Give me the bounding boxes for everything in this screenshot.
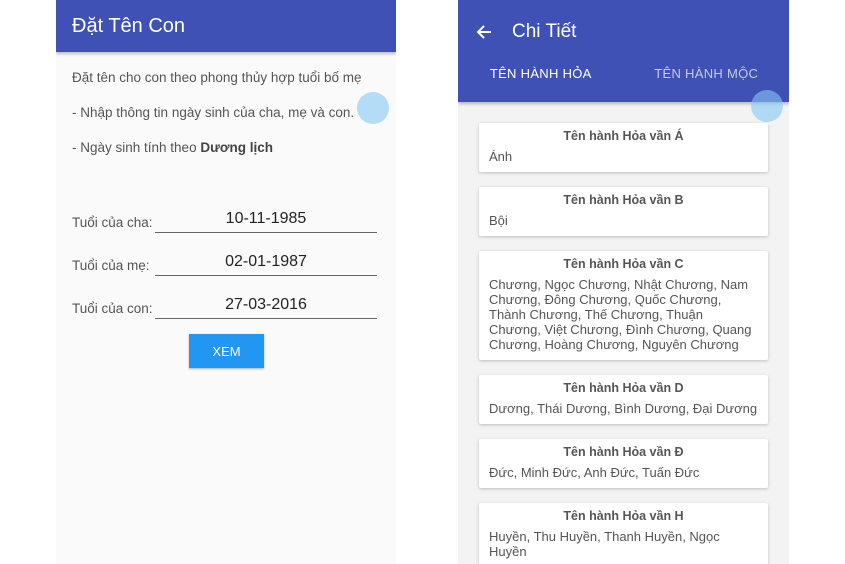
card-title: Tên hành Hỏa vần Á — [563, 129, 684, 143]
card-names: Huyền, Thu Huyền, Thanh Huyền, Ngọc Huyề… — [489, 529, 720, 559]
birthdate-form: Tuổi của cha: Tuổi của mẹ: Tuổi của con: — [56, 190, 396, 319]
card-title: Tên hành Hỏa vần H — [563, 509, 684, 523]
tab-fire-names[interactable]: TÊN HÀNH HỎA — [458, 64, 624, 102]
card-names: Ánh — [489, 149, 513, 164]
mother-age-label: Tuổi của mẹ: — [72, 258, 150, 273]
name-card[interactable]: Tên hành Hỏa vần Á Ánh — [479, 123, 768, 172]
touch-indicator — [751, 90, 783, 122]
father-age-label: Tuổi của cha: — [72, 215, 153, 230]
intro-text: Đặt tên cho con theo phong thủy hợp tuổi… — [56, 52, 396, 156]
calendar-type: Dương lịch — [200, 140, 273, 155]
name-card[interactable]: Tên hành Hỏa vần D Dương, Thái Dương, Bì… — [479, 375, 768, 424]
input-screen: Đặt Tên Con Đặt tên cho con theo phong t… — [56, 0, 396, 564]
app-title: Đặt Tên Con — [72, 14, 186, 37]
father-row: Tuổi của cha: — [72, 190, 380, 233]
intro-line-3-prefix: - Ngày sinh tính theo — [72, 140, 201, 155]
name-card-list: Tên hành Hỏa vần Á Ánh Tên hành Hỏa vần … — [458, 102, 789, 564]
view-button[interactable]: XEM — [189, 334, 264, 368]
mother-birthdate-input[interactable] — [155, 251, 377, 276]
element-tabs: TÊN HÀNH HỎA TÊN HÀNH MỘC — [458, 64, 789, 102]
intro-line-3: - Ngày sinh tính theo Dương lịch — [72, 140, 380, 156]
card-names: Chương, Ngọc Chương, Nhật Chương, Nam Ch… — [489, 277, 752, 352]
card-names: Dương, Thái Dương, Bình Dương, Đại Dương — [489, 401, 758, 416]
name-card[interactable]: Tên hành Hỏa vần Đ Đức, Minh Đức, Anh Đứ… — [479, 439, 768, 488]
detail-screen: Chi Tiết TÊN HÀNH HỎA TÊN HÀNH MỘC Tên h… — [458, 0, 789, 564]
card-title: Tên hành Hỏa vần Đ — [563, 445, 684, 459]
child-birthdate-input[interactable] — [155, 294, 377, 319]
arrow-left-icon[interactable] — [476, 24, 492, 40]
mother-row: Tuổi của mẹ: — [72, 233, 380, 276]
intro-line-2: - Nhập thông tin ngày sinh của cha, mẹ v… — [72, 105, 355, 120]
card-names: Bội — [489, 213, 508, 228]
intro-line-1: Đặt tên cho con theo phong thủy hợp tuổi… — [72, 70, 362, 85]
touch-indicator — [357, 92, 389, 124]
detail-app-bar: Chi Tiết TÊN HÀNH HỎA TÊN HÀNH MỘC — [458, 0, 789, 102]
child-row: Tuổi của con: — [72, 276, 380, 319]
child-age-label: Tuổi của con: — [72, 301, 153, 316]
card-names: Đức, Minh Đức, Anh Đức, Tuấn Đức — [489, 465, 700, 480]
name-card[interactable]: Tên hành Hỏa vần C Chương, Ngọc Chương, … — [479, 251, 768, 360]
father-birthdate-input[interactable] — [155, 208, 377, 233]
detail-toolbar: Chi Tiết — [458, 0, 789, 64]
card-title: Tên hành Hỏa vần C — [563, 257, 684, 271]
name-card[interactable]: Tên hành Hỏa vần H Huyền, Thu Huyền, Tha… — [479, 503, 768, 564]
app-bar: Đặt Tên Con — [56, 0, 396, 52]
name-card[interactable]: Tên hành Hỏa vần B Bội — [479, 187, 768, 236]
card-title: Tên hành Hỏa vần B — [563, 193, 684, 207]
card-title: Tên hành Hỏa vần D — [563, 381, 684, 395]
detail-title: Chi Tiết — [512, 21, 577, 42]
